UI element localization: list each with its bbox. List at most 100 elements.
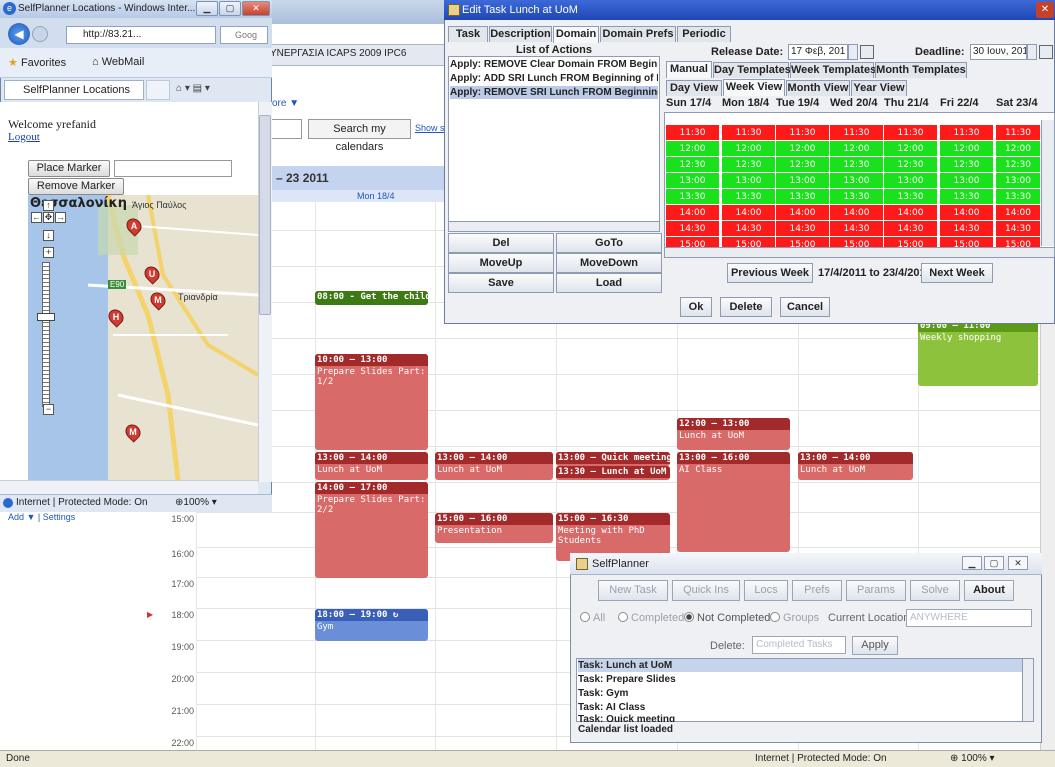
time-slot-cell[interactable]: 14:00 <box>996 205 1041 221</box>
new-tab-button[interactable] <box>146 80 170 100</box>
calendar-event[interactable]: 13:30 – Lunch at UoM <box>556 466 670 480</box>
time-slot-cell[interactable]: 12:30 <box>722 157 776 173</box>
next-week-button[interactable]: Next Week <box>921 263 993 283</box>
zoom-level[interactable]: ⊕100% ▾ <box>175 497 217 508</box>
time-slot-cell[interactable]: 14:00 <box>666 205 720 221</box>
calendar-event[interactable]: 13:00 – 14:00 Lunch at UoM <box>798 452 913 480</box>
time-slot-cell[interactable]: 14:30 <box>830 221 884 237</box>
list-item[interactable]: Task: Gym <box>578 687 1023 700</box>
tab-day-templates[interactable]: Day Templates <box>713 62 791 78</box>
calendar-event[interactable]: 09:00 – 11:00 Weekly shopping <box>918 320 1038 386</box>
time-slot-cell[interactable]: 14:30 <box>722 221 776 237</box>
time-slot-cell[interactable]: 12:00 <box>884 141 938 157</box>
time-slot-cell[interactable]: 12:00 <box>996 141 1041 157</box>
params-button[interactable]: Params <box>846 580 906 601</box>
time-slot-cell[interactable]: 12:30 <box>940 157 994 173</box>
tab-periodic[interactable]: Periodic <box>677 26 731 42</box>
release-date-field[interactable]: 17 Φεβ, 201 <box>788 44 848 60</box>
current-location-select[interactable]: ANYWHERE <box>906 609 1032 627</box>
time-slot-cell[interactable]: 13:00 <box>722 173 776 189</box>
time-slot-cell[interactable]: 14:00 <box>722 205 776 221</box>
release-date-spinner[interactable] <box>848 44 858 60</box>
calendar-event[interactable]: 08:00 - Get the children to sc <box>315 291 428 305</box>
time-slot-cell[interactable]: 13:00 <box>884 173 938 189</box>
list-item[interactable]: Apply: ADD SRI Lunch FROM Beginning of D… <box>450 72 658 85</box>
zoom-slider-handle[interactable] <box>37 313 55 321</box>
tab-month-templates[interactable]: Month Templates <box>875 62 967 78</box>
time-slot-cell[interactable]: 11:30 <box>996 125 1041 141</box>
time-slot-cell[interactable]: 11:30 <box>830 125 884 141</box>
time-slot-cell[interactable]: 13:30 <box>884 189 938 205</box>
move-up-button[interactable]: MoveUp <box>448 253 554 273</box>
prefs-button[interactable]: Prefs <box>792 580 842 601</box>
calendar-icon[interactable] <box>1039 45 1053 59</box>
calendar-icon[interactable] <box>860 45 874 59</box>
show-search-options-link[interactable]: Show s <box>415 123 445 133</box>
tab-week-view[interactable]: Week View <box>723 79 785 96</box>
maximize-button[interactable]: ▢ <box>219 1 241 16</box>
calendar-event[interactable]: 10:00 – 13:00 Prepare Slides Part: 1/2 <box>315 354 428 450</box>
address-bar[interactable]: http://83.21... <box>66 26 216 44</box>
time-slot-cell[interactable]: 11:30 <box>776 125 830 141</box>
time-slot-cell[interactable]: 14:30 <box>996 221 1041 237</box>
grid-horizontal-scrollbar[interactable] <box>664 247 1055 258</box>
minimize-button[interactable]: ▁ <box>196 1 218 16</box>
time-slot-cell[interactable]: 14:00 <box>776 205 830 221</box>
back-arrow-icon[interactable]: ◀ <box>8 23 30 45</box>
ok-button[interactable]: Ok <box>680 297 712 317</box>
cancel-button[interactable]: Cancel <box>780 297 830 317</box>
time-slot-cell[interactable]: 11:30 <box>940 125 994 141</box>
tab-day-view[interactable]: Day View <box>666 80 722 96</box>
time-slot-cell[interactable]: 13:30 <box>940 189 994 205</box>
zoom-level[interactable]: ⊕ 100% ▾ <box>950 753 995 764</box>
move-down-button[interactable]: MoveDown <box>556 253 662 273</box>
deadline-spinner[interactable] <box>1027 44 1037 60</box>
calendar-event[interactable]: 18:00 – 19:00 ↻ Gym <box>315 609 428 641</box>
filter-groups-radio[interactable]: Groups <box>770 612 819 624</box>
pan-down-icon[interactable]: ↓ <box>43 230 54 241</box>
remove-marker-button[interactable]: Remove Marker <box>28 178 124 195</box>
list-item[interactable]: Task: Prepare Slides <box>578 673 1023 686</box>
time-slot-cell[interactable]: 14:00 <box>830 205 884 221</box>
place-marker-button[interactable]: Place Marker <box>28 160 110 177</box>
time-slot-cell[interactable]: 13:00 <box>940 173 994 189</box>
tab-description[interactable]: Description <box>489 26 552 42</box>
tab-task[interactable]: Task <box>448 26 488 42</box>
calendar-event[interactable]: 13:00 – 14:00 Lunch at UoM <box>435 452 553 480</box>
tab-domain[interactable]: Domain <box>553 26 599 43</box>
time-slot-cell[interactable]: 13:30 <box>996 189 1041 205</box>
previous-week-button[interactable]: Previous Week <box>727 263 813 283</box>
calendar-settings-links[interactable]: Add ▼ | Settings <box>8 512 75 522</box>
zoom-out-icon[interactable]: − <box>43 404 54 415</box>
tab-year-view[interactable]: Year View <box>851 80 907 96</box>
time-slot-cell[interactable]: 14:30 <box>940 221 994 237</box>
time-slot-cell[interactable]: 13:30 <box>722 189 776 205</box>
time-slot-cell[interactable]: 14:00 <box>884 205 938 221</box>
time-slot-cell[interactable]: 12:00 <box>830 141 884 157</box>
time-slot-cell[interactable]: 13:00 <box>776 173 830 189</box>
list-item[interactable]: Apply: REMOVE Clear Domain FROM Beginnin… <box>450 58 658 71</box>
calendar-event[interactable]: 13:00 – Quick meeting <box>556 452 670 466</box>
tab-selfplanner-locations[interactable]: SelfPlanner Locations <box>4 80 144 100</box>
grid-vertical-scrollbar[interactable] <box>1041 120 1054 246</box>
calendar-event[interactable]: 13:00 – 14:00 Lunch at UoM <box>315 452 428 480</box>
time-slot-cell[interactable]: 12:30 <box>666 157 720 173</box>
more-link[interactable]: ore ▼ <box>272 98 299 109</box>
minimize-button[interactable]: ▁ <box>962 556 982 570</box>
time-slot-cell[interactable]: 14:30 <box>884 221 938 237</box>
list-item[interactable]: Task: Lunch at UoM <box>578 659 1023 672</box>
time-slot-cell[interactable]: 13:00 <box>996 173 1041 189</box>
webmail-link[interactable]: ⌂ WebMail <box>92 56 144 68</box>
calendar-event[interactable]: 14:00 – 17:00 Prepare Slides Part: 2/2 <box>315 482 428 578</box>
list-item[interactable]: Apply: REMOVE SRI Lunch FROM Beginning o… <box>450 86 658 99</box>
tab-manual[interactable]: Manual <box>666 61 712 78</box>
time-slot-cell[interactable]: 12:00 <box>722 141 776 157</box>
time-slot-cell[interactable]: 13:30 <box>830 189 884 205</box>
zoom-in-icon[interactable]: + <box>43 247 54 258</box>
time-slot-cell[interactable]: 12:00 <box>940 141 994 157</box>
tab-domain-prefs[interactable]: Domain Prefs <box>600 26 676 42</box>
favorites-button[interactable]: ★ Favorites <box>8 56 66 69</box>
time-slot-cell[interactable]: 13:30 <box>666 189 720 205</box>
quick-ins-button[interactable]: Quick Ins <box>672 580 740 601</box>
delete-select[interactable]: Completed Tasks <box>752 636 846 654</box>
